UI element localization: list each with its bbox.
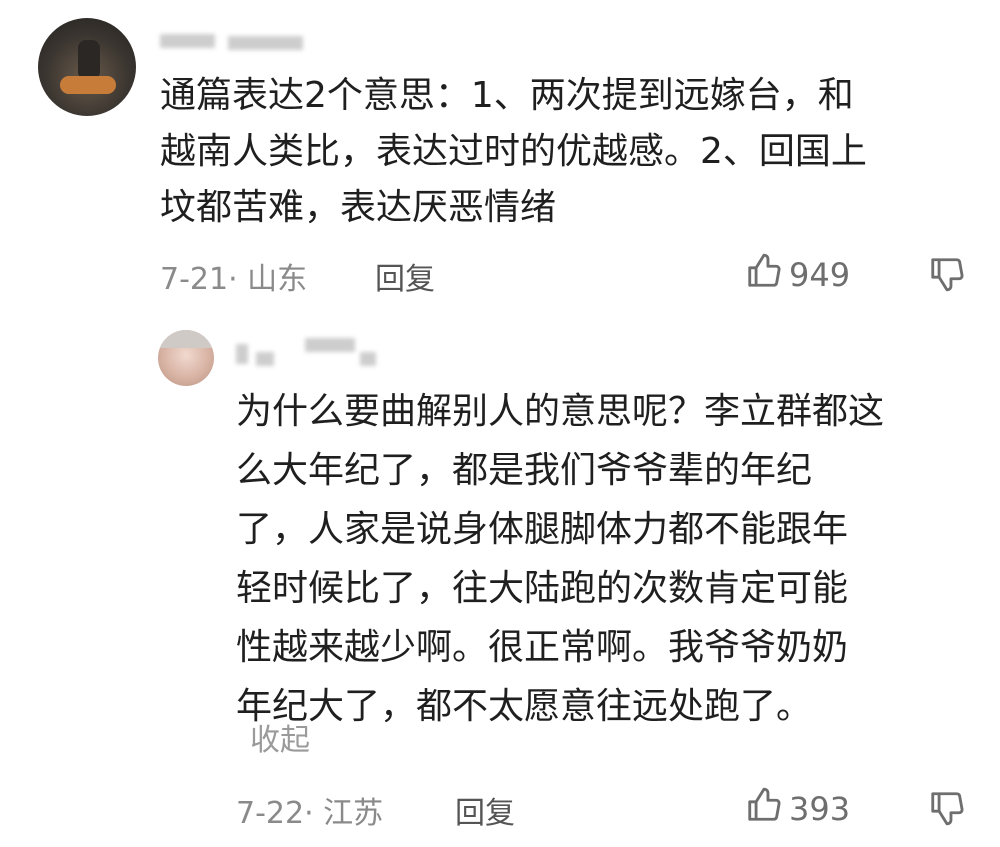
comment-text: 通篇表达2个意思：1、两次提到远嫁台，和 越南人类比，表达过时的优越感。2、回国… — [160, 68, 867, 236]
comment-line: 越南人类比，表达过时的优越感。2、回国上 — [160, 131, 867, 172]
reply-line: 了，人家是说身体腿脚体力都不能跟年 — [236, 509, 849, 550]
thumbs-down-icon — [928, 789, 966, 831]
reply-text: 为什么要曲解别人的意思呢？李立群都这 么大年纪了，都是我们爷爷辈的年纪 了，人家… — [236, 382, 884, 736]
avatar-figure — [78, 40, 100, 80]
blurred-username[interactable] — [236, 344, 248, 364]
like-count: 393 — [789, 790, 851, 828]
reply-line: 年纪大了，都不太愿意往远处跑了。 — [236, 686, 813, 727]
thumbs-up-icon — [745, 252, 783, 298]
avatar-bike — [60, 76, 116, 94]
like-button[interactable]: 393 — [745, 786, 850, 832]
collapse-button[interactable]: 收起 — [250, 715, 310, 759]
reply-line: 为什么要曲解别人的意思呢？李立群都这 — [236, 391, 885, 432]
like-button[interactable]: 949 — [745, 252, 850, 298]
like-count: 949 — [789, 256, 851, 294]
reply-line: 性越来越少啊。很正常啊。我爷爷奶奶 — [236, 627, 849, 668]
blurred-username-part — [228, 36, 303, 50]
blurred-username[interactable] — [160, 34, 215, 48]
reply-line: 轻时候比了，往大陆跑的次数肯定可能 — [236, 568, 849, 609]
commenter-avatar[interactable] — [38, 18, 136, 116]
blurred-username-part — [256, 352, 274, 366]
comment-line: 坟都苦难，表达厌恶情绪 — [160, 187, 557, 228]
dislike-button[interactable] — [928, 255, 966, 297]
comment-line: 通篇表达2个意思：1、两次提到远嫁台，和 — [160, 75, 854, 116]
blurred-username-part — [305, 338, 355, 352]
thumbs-up-icon — [745, 786, 783, 832]
thumbs-down-icon — [928, 255, 966, 297]
comment-meta: 7-21· 山东 — [160, 262, 308, 297]
blurred-username-part — [360, 352, 376, 366]
reply-line: 么大年纪了，都是我们爷爷辈的年纪 — [236, 450, 813, 491]
reply-meta: 7-22· 江苏 — [236, 796, 384, 831]
dislike-button[interactable] — [928, 789, 966, 831]
reply-button[interactable]: 回复 — [375, 254, 435, 298]
avatar-hair — [158, 330, 214, 348]
reply-button[interactable]: 回复 — [455, 788, 515, 832]
replier-avatar[interactable] — [158, 330, 214, 386]
